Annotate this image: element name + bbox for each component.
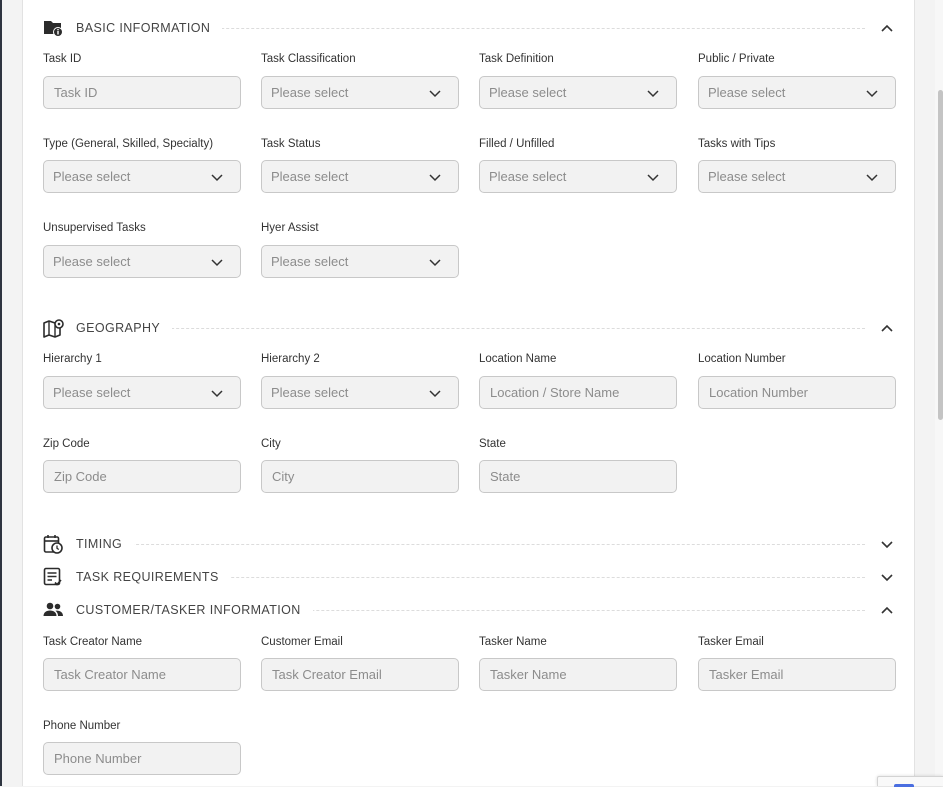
type-select[interactable]: Please select <box>43 160 241 193</box>
location-number-input[interactable] <box>698 376 896 409</box>
chevron-down-icon <box>429 90 441 98</box>
tasks-with-tips-select[interactable]: Please select <box>698 160 896 193</box>
select-value: Please select <box>53 385 131 400</box>
chevron-down-icon <box>647 90 659 98</box>
state-label: State <box>479 438 506 450</box>
map-pin-icon <box>43 319 64 338</box>
city-label: City <box>261 438 281 450</box>
select-value: Please select <box>53 169 131 184</box>
chevron-down-icon[interactable] <box>879 569 895 585</box>
zip-code-input[interactable] <box>43 460 241 493</box>
chevron-down-icon[interactable] <box>879 536 895 552</box>
select-value: Please select <box>489 85 567 100</box>
public-private-select[interactable]: Please select <box>698 76 896 109</box>
folder-info-icon <box>44 21 63 37</box>
people-icon <box>43 602 63 616</box>
chevron-down-icon <box>211 174 223 182</box>
page: BASIC INFORMATION Task ID Task Classific… <box>0 0 943 787</box>
section-title: GEOGRAPHY <box>76 321 173 335</box>
section-divider <box>76 544 865 545</box>
filled-unfilled-select[interactable]: Please select <box>479 160 677 193</box>
task-status-label: Task Status <box>261 138 321 150</box>
phone-number-label: Phone Number <box>43 720 121 732</box>
recaptcha-badge[interactable] <box>877 776 943 787</box>
hierarchy-2-label: Hierarchy 2 <box>261 353 320 365</box>
hyer-assist-label: Hyer Assist <box>261 222 319 234</box>
chevron-down-icon <box>866 174 878 182</box>
tasker-name-label: Tasker Name <box>479 636 547 648</box>
state-input[interactable] <box>479 460 677 493</box>
section-header-task-requirements[interactable]: TASK REQUIREMENTS <box>43 567 895 587</box>
tasker-name-input[interactable] <box>479 658 677 691</box>
task-definition-select[interactable]: Please select <box>479 76 677 109</box>
section-title: CUSTOMER/TASKER INFORMATION <box>76 603 313 617</box>
select-value: Please select <box>271 254 349 269</box>
customer-email-input[interactable] <box>261 658 459 691</box>
section-divider <box>76 328 865 329</box>
section-header-timing[interactable]: TIMING <box>43 534 895 554</box>
select-value: Please select <box>708 169 786 184</box>
section-title: TIMING <box>76 537 135 551</box>
chevron-down-icon <box>429 390 441 398</box>
tasks-with-tips-label: Tasks with Tips <box>698 138 776 150</box>
select-value: Please select <box>271 169 349 184</box>
chevron-down-icon <box>211 259 223 267</box>
tasker-email-input[interactable] <box>698 658 896 691</box>
chevron-up-icon[interactable] <box>879 20 895 36</box>
city-input[interactable] <box>261 460 459 493</box>
type-label: Type (General, Skilled, Specialty) <box>43 138 214 150</box>
chevron-down-icon <box>429 174 441 182</box>
unsupervised-tasks-select[interactable]: Please select <box>43 245 241 278</box>
task-status-select[interactable]: Please select <box>261 160 459 193</box>
location-number-label: Location Number <box>698 353 786 365</box>
location-name-input[interactable] <box>479 376 677 409</box>
task-definition-label: Task Definition <box>479 53 554 65</box>
chevron-down-icon <box>429 259 441 267</box>
chevron-down-icon <box>866 90 878 98</box>
select-value: Please select <box>271 85 349 100</box>
select-value: Please select <box>708 85 786 100</box>
filled-unfilled-label: Filled / Unfilled <box>479 138 555 150</box>
scrollbar-thumb[interactable] <box>938 90 943 420</box>
hierarchy-1-select[interactable]: Please select <box>43 376 241 409</box>
select-value: Please select <box>489 169 567 184</box>
task-classification-select[interactable]: Please select <box>261 76 459 109</box>
location-name-label: Location Name <box>479 353 557 365</box>
left-edge-bar <box>0 0 2 786</box>
section-title: TASK REQUIREMENTS <box>76 570 231 584</box>
calendar-clock-icon <box>43 535 63 554</box>
section-title: BASIC INFORMATION <box>76 21 223 35</box>
unsupervised-tasks-label: Unsupervised Tasks <box>43 222 146 234</box>
filter-form-card: BASIC INFORMATION Task ID Task Classific… <box>22 0 915 786</box>
chevron-up-icon[interactable] <box>879 320 895 336</box>
task-id-input[interactable] <box>43 76 241 109</box>
zip-code-label: Zip Code <box>43 438 90 450</box>
hierarchy-1-label: Hierarchy 1 <box>43 353 102 365</box>
task-creator-name-input[interactable] <box>43 658 241 691</box>
task-id-label: Task ID <box>43 53 82 65</box>
section-header-customer-tasker-information[interactable]: CUSTOMER/TASKER INFORMATION <box>43 600 895 620</box>
chevron-down-icon <box>211 390 223 398</box>
task-classification-label: Task Classification <box>261 53 356 65</box>
section-header-geography[interactable]: GEOGRAPHY <box>43 318 895 338</box>
customer-email-label: Customer Email <box>261 636 343 648</box>
hyer-assist-select[interactable]: Please select <box>261 245 459 278</box>
select-value: Please select <box>271 385 349 400</box>
phone-number-input[interactable] <box>43 742 241 775</box>
section-header-basic-information[interactable]: BASIC INFORMATION <box>43 18 895 38</box>
chevron-up-icon[interactable] <box>879 602 895 618</box>
tasker-email-label: Tasker Email <box>698 636 764 648</box>
chevron-down-icon <box>647 174 659 182</box>
task-creator-name-label: Task Creator Name <box>43 636 143 648</box>
public-private-label: Public / Private <box>698 53 775 65</box>
select-value: Please select <box>53 254 131 269</box>
hierarchy-2-select[interactable]: Please select <box>261 376 459 409</box>
checklist-icon <box>43 567 62 586</box>
